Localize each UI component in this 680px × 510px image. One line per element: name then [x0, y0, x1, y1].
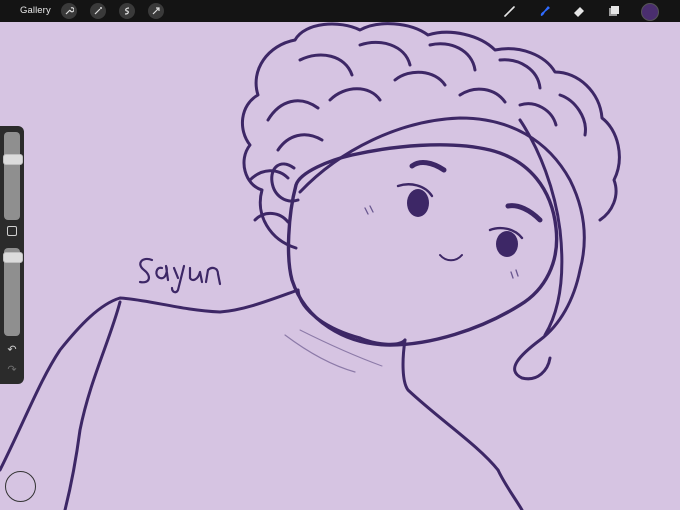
smudge-icon[interactable] — [536, 2, 554, 20]
drawing-canvas[interactable] — [0, 22, 680, 510]
opacity-slider[interactable] — [3, 248, 23, 336]
brush-icon[interactable] — [501, 2, 519, 20]
transform-icon[interactable] — [148, 3, 164, 19]
magic-wand-icon[interactable] — [90, 3, 106, 19]
redo-button[interactable]: ↷ — [6, 364, 18, 376]
signature-text — [138, 257, 222, 294]
side-slider-panel: ↶ ↷ — [0, 126, 24, 384]
modify-square-button[interactable] — [7, 226, 17, 236]
layers-icon[interactable] — [605, 2, 623, 20]
top-toolbar: Gallery — [0, 0, 680, 22]
brush-cursor — [5, 471, 36, 502]
line-art — [0, 22, 621, 510]
brush-size-slider[interactable] — [3, 132, 23, 220]
undo-button[interactable]: ↶ — [6, 344, 18, 356]
selection-icon[interactable] — [119, 3, 135, 19]
opacity-handle[interactable] — [3, 251, 23, 263]
wrench-icon[interactable] — [61, 3, 77, 19]
gallery-button[interactable]: Gallery — [20, 5, 51, 16]
eraser-icon[interactable] — [570, 2, 588, 20]
smudge-icon-fill — [540, 6, 550, 16]
brush-size-handle[interactable] — [3, 153, 23, 165]
color-swatch[interactable] — [641, 3, 659, 21]
face-details — [364, 160, 543, 279]
